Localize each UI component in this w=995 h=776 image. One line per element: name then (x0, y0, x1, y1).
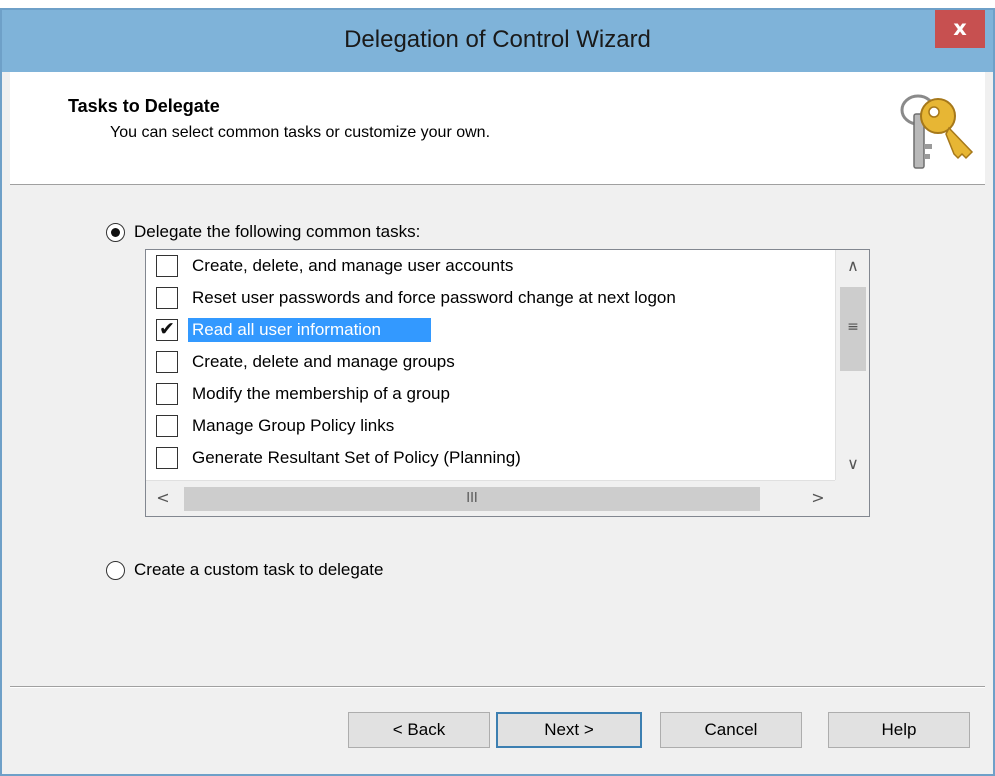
scroll-right-icon[interactable]: > (801, 481, 835, 517)
task-item[interactable]: Create, delete and manage groups (156, 346, 459, 378)
page-subtitle: You can select common tasks or customize… (110, 124, 491, 141)
task-checkbox[interactable] (156, 351, 178, 373)
custom-task-label: Create a custom task to delegate (134, 560, 384, 579)
title-bar[interactable]: Delegation of Control Wizard x (2, 10, 993, 72)
task-label-selected: Read all user information (188, 318, 431, 342)
task-checkbox[interactable] (156, 447, 178, 469)
custom-task-option[interactable]: Create a custom task to delegate (106, 560, 383, 580)
vertical-scroll-thumb[interactable]: ≡ (840, 287, 866, 371)
task-checkbox[interactable] (156, 383, 178, 405)
task-label: Modify the membership of a group (192, 384, 450, 403)
delegate-common-tasks-option[interactable]: Delegate the following common tasks: (106, 222, 420, 242)
task-label: Generate Resultant Set of Policy (Planni… (192, 448, 521, 467)
window-title: Delegation of Control Wizard (344, 26, 651, 53)
radio-button-selected[interactable] (106, 222, 125, 242)
task-item[interactable]: Manage Group Policy links (156, 410, 398, 442)
footer-divider (10, 686, 985, 688)
page-title: Tasks to Delegate (68, 96, 220, 116)
help-button[interactable]: Help (828, 712, 970, 748)
task-checkbox[interactable] (156, 255, 178, 277)
close-button[interactable]: x (935, 10, 985, 48)
task-list: Create, delete, and manage user accounts… (146, 250, 835, 480)
task-label: Manage Group Policy links (192, 416, 395, 435)
cancel-button[interactable]: Cancel (660, 712, 802, 748)
task-item[interactable]: Read all user information (156, 314, 431, 346)
next-button[interactable]: Next > (496, 712, 642, 748)
task-item[interactable]: Reset user passwords and force password … (156, 282, 680, 314)
task-item[interactable]: Generate Resultant Set of Policy (Planni… (156, 442, 525, 474)
scroll-down-icon[interactable]: ∨ (836, 448, 870, 480)
scroll-up-icon[interactable]: ∧ (836, 250, 870, 282)
task-label: Create, delete, and manage user accounts (192, 256, 514, 275)
task-label: Reset user passwords and force password … (192, 288, 676, 307)
task-checkbox-checked[interactable] (156, 318, 178, 341)
task-checkbox[interactable] (156, 287, 178, 309)
horizontal-scrollbar[interactable]: < III > (146, 480, 835, 516)
task-label: Create, delete and manage groups (192, 352, 455, 371)
wizard-body: Delegate the following common tasks: Cre… (10, 186, 985, 680)
wizard-header: Tasks to Delegate You can select common … (10, 72, 985, 185)
wizard-window: Delegation of Control Wizard x Tasks to … (0, 8, 995, 776)
vertical-scrollbar[interactable]: ∧ ≡ ∨ (835, 250, 869, 480)
task-item[interactable]: Modify the membership of a group (156, 378, 454, 410)
common-tasks-listbox[interactable]: Create, delete, and manage user accounts… (145, 249, 870, 517)
scroll-left-icon[interactable]: < (146, 481, 180, 517)
task-item[interactable]: Create, delete, and manage user accounts (156, 250, 517, 282)
horizontal-scroll-thumb[interactable]: III (184, 487, 760, 511)
delegate-common-tasks-label: Delegate the following common tasks: (134, 222, 421, 241)
keys-icon (900, 94, 974, 169)
task-checkbox[interactable] (156, 415, 178, 437)
scrollbar-corner (835, 480, 869, 516)
back-button[interactable]: < Back (348, 712, 490, 748)
radio-button[interactable] (106, 560, 125, 580)
